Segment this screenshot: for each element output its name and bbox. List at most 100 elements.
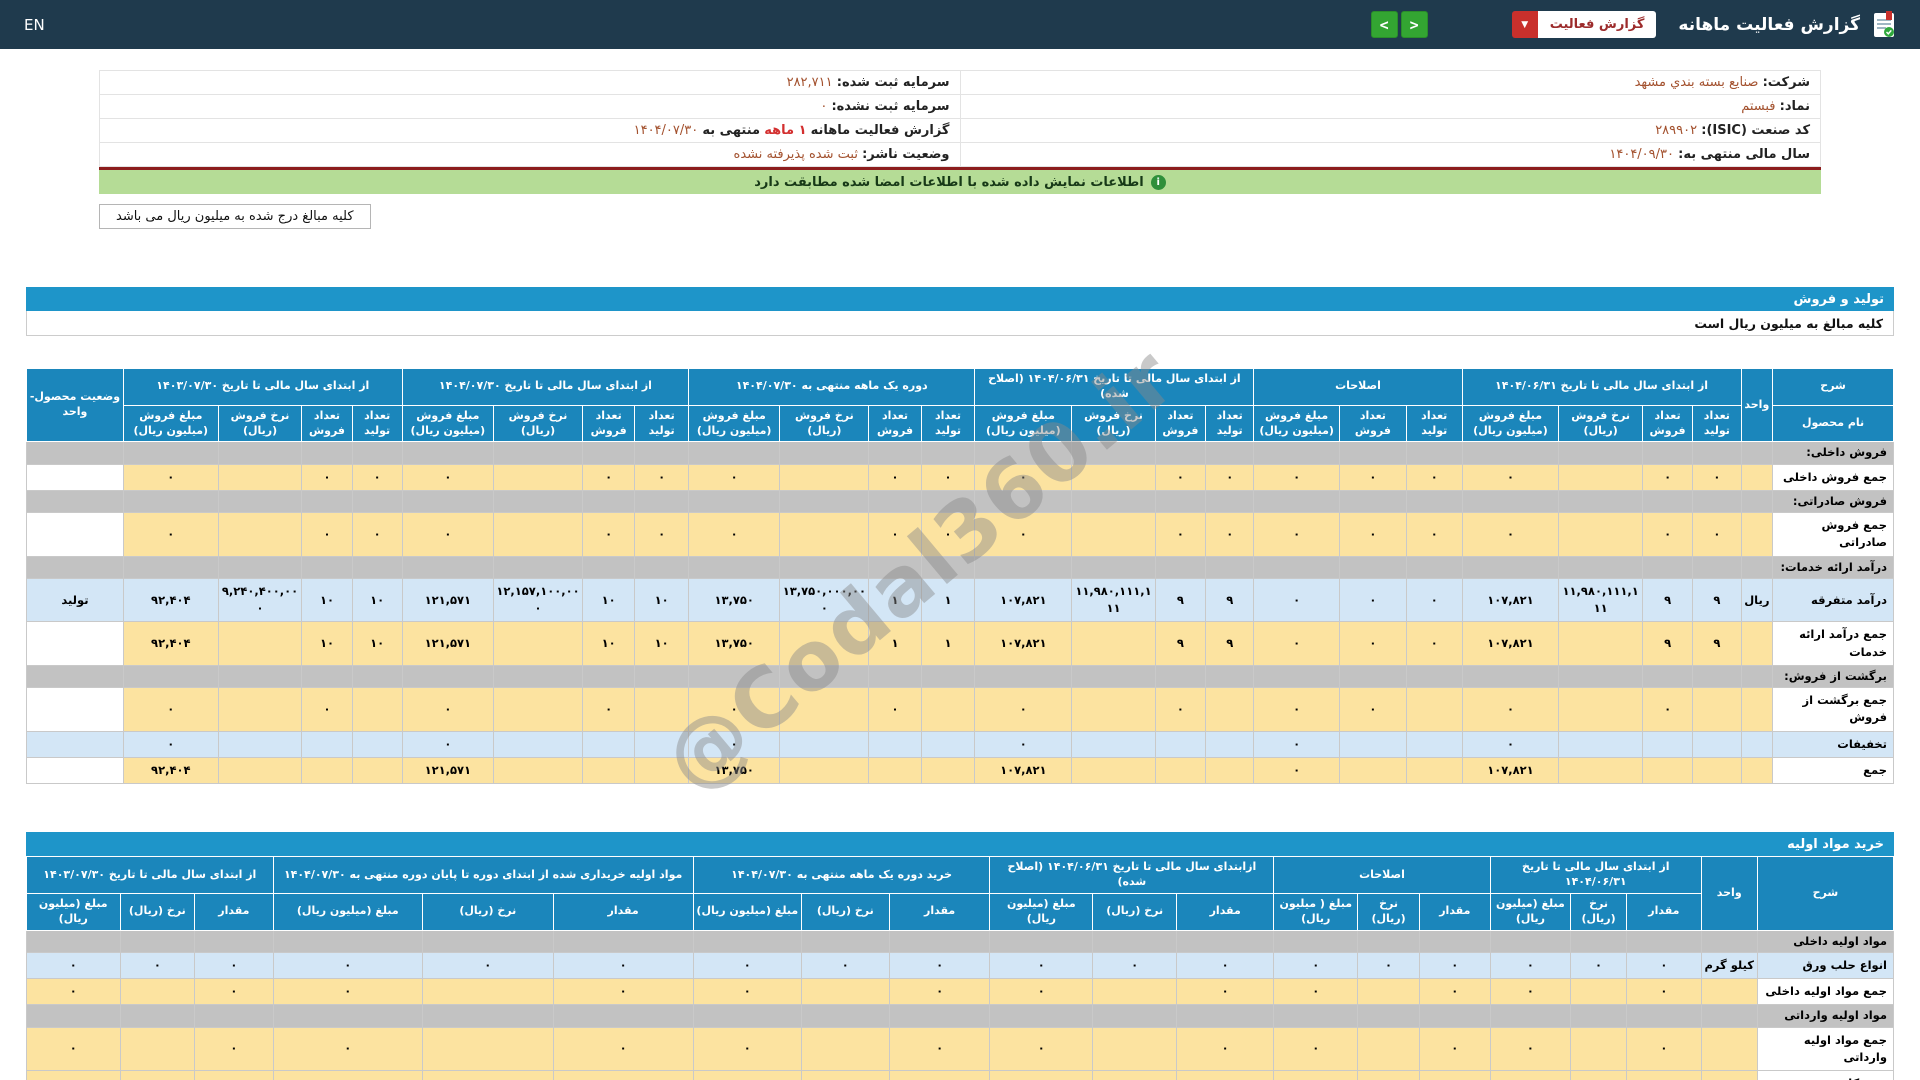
cell [1740,621,1774,666]
cell [421,1069,554,1080]
cell: ۰ [1253,687,1340,732]
cell [552,929,694,953]
cell [26,621,124,666]
cell [688,489,781,514]
header-cell: مبلغ ( میلیون ریال) [1273,892,1359,931]
cell [582,664,636,689]
cell: ۰ [688,687,781,732]
cell: جمع [1772,756,1894,785]
cell [1558,463,1643,491]
cell: ۰ [688,730,781,758]
cell: ۱۰ [582,621,636,666]
cell: ۱۰ [351,577,403,623]
cell: ۱۰۷,۸۲۱ [974,621,1073,666]
cell: ۰ [194,1069,274,1080]
cell [1558,489,1643,514]
cell [989,1004,1094,1028]
cell [1092,1004,1178,1028]
report-type-dropdown[interactable]: گزارش فعالیت ▼ [1511,11,1657,38]
header-cell: از ابتدای سال مالی تا تاریخ ۱۴۰۳/۰۷/۳۰ [122,368,403,406]
cell [1740,756,1774,785]
cell [26,463,124,491]
report-type-label: گزارش فعالیت [1537,11,1657,38]
cell [301,756,353,785]
table-row: انواع حلب ورق کیلو گرم ۰ ۰ ۰ ۰ ۰ ۰ ۰ ۰ ۰ ۰ ۰ ۰ ۰ ۰ ۰ ۰ ۰ ۰ [26,951,1895,980]
table-row: فروش داخلی: [26,441,1894,465]
cell: ۱۳,۷۵۰ [688,577,781,623]
cell [1641,756,1694,785]
cell: ۱۰ [301,621,353,666]
cell [1338,555,1407,579]
cell [301,555,353,579]
cell [688,664,781,689]
cell [552,1004,694,1028]
cell: ۰ [1489,951,1572,980]
header-cell: نرخ فروش (ریال) [1071,404,1156,443]
cell [26,1004,121,1028]
ticker-link[interactable]: فبستم [1741,99,1775,114]
cell [1092,1069,1178,1080]
cell [974,441,1073,465]
cell [634,687,690,732]
cell [1740,463,1774,491]
section-materials-header: خرید مواد اولیه [26,832,1894,857]
cell [1338,664,1407,689]
cell [868,664,922,689]
cell [1071,463,1156,491]
table-row: شرکت: صنايع بسته بندي مشهد سرمایه ثبت شد… [99,70,1821,95]
cell [492,441,584,465]
language-toggle[interactable]: EN [24,16,45,34]
isic-cell: کد صنعت (ISIC): ۲۸۹۹۰۲ [959,118,1821,143]
cell [1740,489,1774,514]
amounts-note: کلیه مبالغ درج شده به میلیون ریال می باش… [99,204,371,229]
header-cell: از ابتدای سال مالی تا تاریخ ۱۴۰۳/۰۷/۳۰ [26,856,274,894]
company-name-link[interactable]: صنايع بسته بندي مشهد [1635,75,1759,90]
cell [779,730,870,758]
header-cell: تعداد تولید [351,404,403,443]
fiscal-year-label: سال مالی منتهی به: [1678,147,1810,162]
cell: ۱۲۱,۵۷۱ [401,756,494,785]
table-row: جمع مواد اولیه داخلی ۰ ۰ ۰ ۰ ۰ ۰ ۰ ۰ ۰ ۰ ۰ ۰ [26,977,1895,1006]
cell: ۱۰ [301,577,353,623]
cell [1692,489,1742,514]
company-cell: شرکت: صنايع بسته بندي مشهد [959,70,1821,95]
cell: ۰ [1626,1069,1702,1080]
cell [301,730,353,758]
cell [26,555,124,579]
cell [1558,756,1643,785]
production-note: کلیه مبالغ به میلیون ریال است [26,311,1894,336]
cell [1357,929,1420,953]
header-cell: خرید دوره یک ماهه منتهی به ۱۴۰۴/۰۷/۳۰ [692,856,991,894]
isic-value: ۲۸۹۹۰۲ [1655,123,1698,138]
cell: ۰ [920,512,976,557]
cell: ۰ [1205,463,1255,491]
cell [1489,929,1572,953]
cell [582,730,636,758]
cell [1205,756,1255,785]
cell: ۰ [301,463,353,491]
cell: ۱۰ [634,621,690,666]
cell [582,555,636,579]
next-report-button[interactable]: > [1370,11,1398,38]
cell: ۹ [1205,577,1255,623]
cell [779,687,870,732]
cell: ۰ [692,1069,802,1080]
cell: ۰ [1626,977,1702,1006]
cell: انواع حلب ورق [1756,951,1895,980]
header-cell: دوره یک ماهه منتهی به ۱۴۰۴/۰۷/۳۰ [688,368,976,406]
cell: ۰ [1273,1026,1359,1071]
cell [1692,687,1742,732]
previous-report-button[interactable]: < [1400,11,1428,38]
cell: ۰ [401,730,494,758]
cell: فروش داخلی: [1772,441,1894,465]
section-production-header: تولید و فروش [26,287,1894,311]
cell: ۱۰۷,۸۲۱ [1461,577,1560,623]
cell [1338,756,1407,785]
cell [1205,687,1255,732]
cell [1740,664,1774,689]
cell [1740,555,1774,579]
cell [1405,441,1463,465]
cell [26,512,124,557]
header-cell: تعداد تولید [1205,404,1255,443]
header-cell: نرخ (ریال) [1092,892,1178,931]
